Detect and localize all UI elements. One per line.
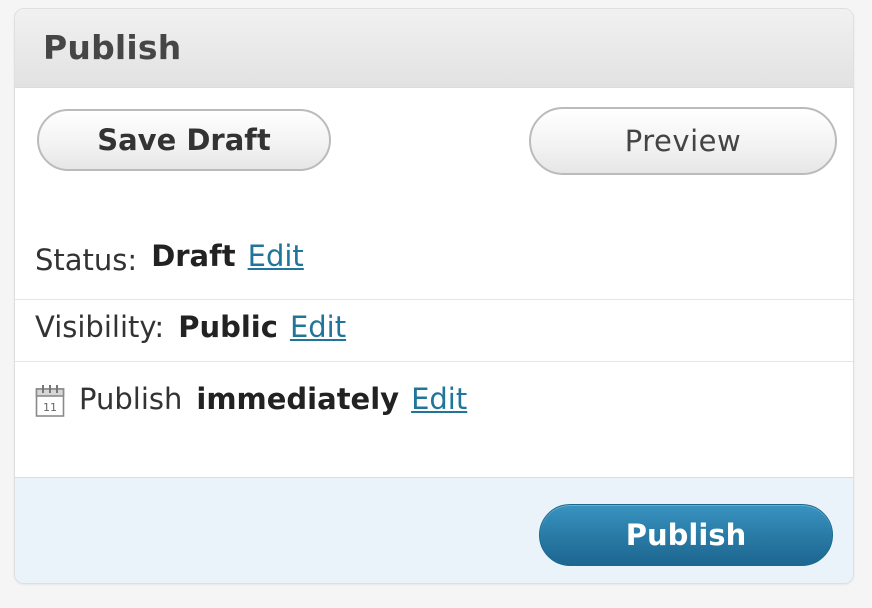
svg-text:11: 11 xyxy=(43,401,57,414)
visibility-row: Visibility: Public Edit xyxy=(15,299,853,353)
status-value: Draft xyxy=(151,239,236,273)
visibility-value: Public xyxy=(178,309,278,344)
status-label: Status: xyxy=(35,243,138,277)
preview-button[interactable]: Preview xyxy=(529,107,837,175)
publish-box-title: Publish xyxy=(43,28,182,67)
publish-box-header[interactable]: Publish xyxy=(15,9,853,88)
status-row: Status: Draft Edit xyxy=(15,225,853,287)
schedule-value: immediately xyxy=(196,381,400,416)
schedule-edit-link[interactable]: Edit xyxy=(411,382,467,416)
publish-button[interactable]: Publish xyxy=(539,504,833,566)
publish-box-footer: Publish xyxy=(15,477,853,583)
schedule-label: Publish xyxy=(79,381,183,416)
visibility-edit-link[interactable]: Edit xyxy=(290,310,346,344)
status-edit-link[interactable]: Edit xyxy=(248,239,304,273)
publish-box: Publish Save Draft Preview Status: Draft… xyxy=(14,8,854,584)
calendar-icon: 11 xyxy=(35,384,65,418)
schedule-row: 11 Publish immediately Edit xyxy=(15,361,853,435)
save-draft-button[interactable]: Save Draft xyxy=(37,109,331,171)
visibility-label: Visibility: xyxy=(35,309,165,344)
